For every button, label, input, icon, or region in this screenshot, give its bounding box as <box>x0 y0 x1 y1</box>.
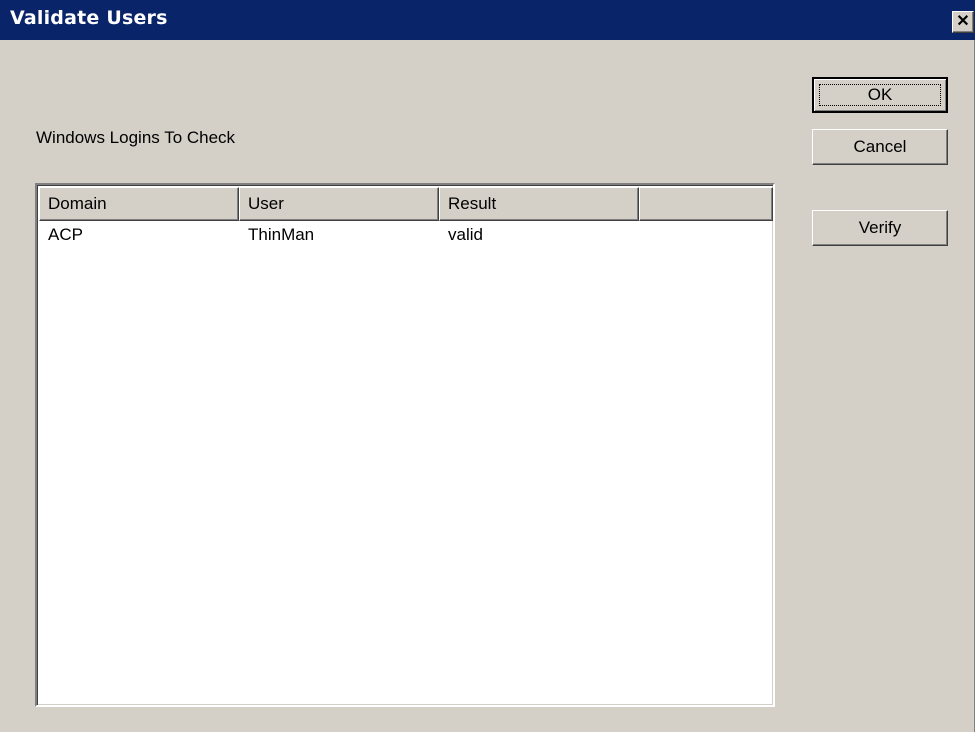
focus-rectangle <box>819 84 941 106</box>
cancel-button-label: Cancel <box>853 137 907 156</box>
column-header-result[interactable]: Result <box>439 187 639 221</box>
verify-button-label: Verify <box>858 218 902 237</box>
close-icon: ✕ <box>956 13 970 30</box>
ok-button[interactable]: OK <box>812 77 948 113</box>
list-row[interactable]: ACP ThinMan valid <box>39 223 771 247</box>
column-header-user[interactable]: User <box>239 187 439 221</box>
logins-label: Windows Logins To Check <box>36 128 236 147</box>
cancel-button[interactable]: Cancel <box>812 129 948 165</box>
column-header-domain[interactable]: Domain <box>39 187 239 221</box>
list-header: Domain User Result <box>39 187 773 221</box>
column-header-extra[interactable] <box>639 187 773 221</box>
title-bar: Validate Users ✕ <box>0 0 975 40</box>
cell-user: ThinMan <box>248 225 315 244</box>
window-title: Validate Users <box>10 7 168 29</box>
cell-domain: ACP <box>48 225 83 244</box>
logins-list[interactable]: Domain User Result ACP ThinMan valid <box>35 183 775 707</box>
close-button[interactable]: ✕ <box>952 11 974 33</box>
frame-left <box>0 40 3 732</box>
verify-button[interactable]: Verify <box>812 210 948 246</box>
cell-result: valid <box>448 225 483 244</box>
